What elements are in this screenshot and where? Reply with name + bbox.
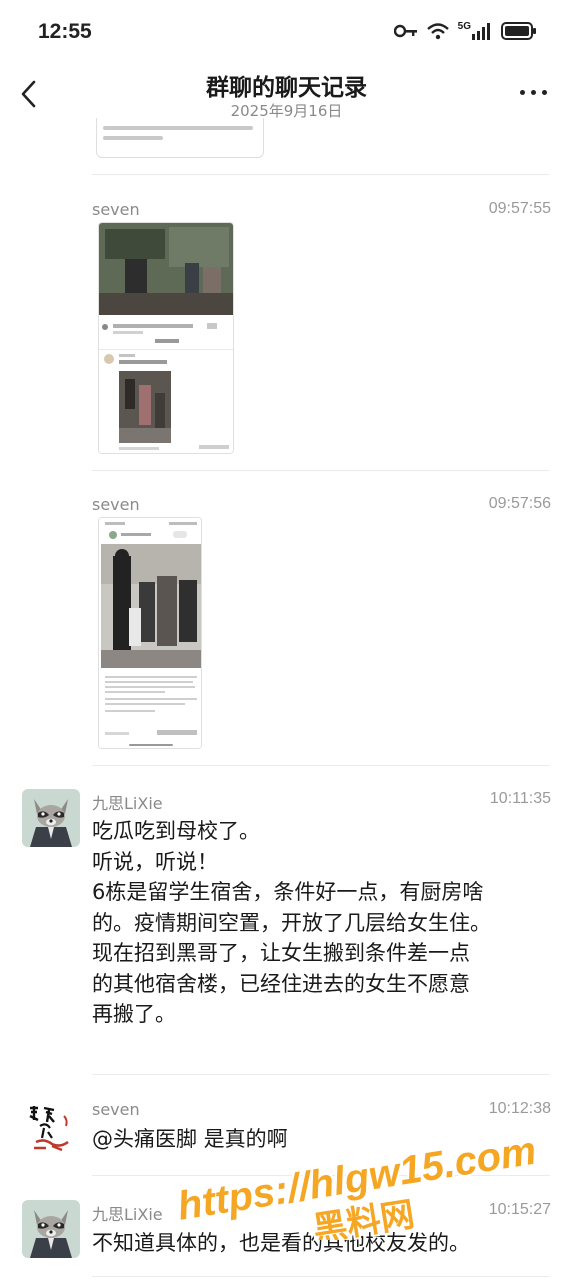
message-sender: seven — [92, 200, 140, 219]
message-line: 现在招到黑哥了，让女生搬到条件差一点 — [92, 941, 470, 965]
key-icon — [393, 24, 417, 38]
page-date: 2025年9月16日 — [230, 102, 343, 120]
previous-message-bubble[interactable] — [96, 118, 264, 158]
avatar[interactable] — [22, 789, 80, 847]
battery-icon — [501, 22, 536, 40]
message-line: 6栋是留学生宿舍，条件好一点，有厨房啥 — [92, 880, 484, 904]
image-message[interactable] — [98, 222, 234, 454]
wifi-icon — [426, 23, 449, 40]
avatar[interactable] — [22, 1098, 80, 1156]
message-text[interactable]: @头痛医脚 是真的啊 — [92, 1124, 552, 1155]
more-icon — [520, 90, 525, 95]
message-time: 10:11:35 — [489, 790, 551, 807]
calligraphy-avatar-icon — [22, 1098, 80, 1156]
signal-icon — [472, 23, 490, 40]
screenshot-thumbnail — [99, 223, 233, 453]
divider — [92, 470, 550, 471]
message-line: 再搬了。 — [92, 1002, 176, 1026]
message-time: 09:57:55 — [488, 200, 551, 217]
message-line: 的。疫情期间空置，开放了几层给女生住。 — [92, 910, 491, 935]
raccoon-avatar-icon — [22, 1200, 80, 1258]
page-title: 群聊的聊天记录 — [206, 75, 367, 101]
status-time: 12:55 — [38, 20, 92, 43]
message-text[interactable]: 吃瓜吃到母校了。 听说，听说！ 6栋是留学生宿舍，条件好一点，有厨房啥 的。疫情… — [92, 816, 552, 1030]
message-line: 听说，听说！ — [92, 849, 218, 874]
divider — [92, 1276, 550, 1277]
status-icons: 5G — [393, 20, 537, 40]
more-button[interactable] — [520, 90, 547, 95]
image-message[interactable] — [98, 517, 202, 749]
message-time: 10:12:38 — [488, 1100, 551, 1117]
screenshot-thumbnail — [99, 518, 201, 748]
raccoon-avatar-icon — [22, 789, 80, 847]
divider — [92, 174, 550, 175]
message-time: 09:57:56 — [488, 495, 551, 512]
divider — [92, 765, 550, 766]
status-bar: 12:55 5G — [0, 0, 573, 66]
message-sender: 九思LiXie — [92, 794, 163, 813]
chat-history-header: 群聊的聊天记录 2025年9月16日 — [0, 62, 573, 132]
avatar[interactable] — [22, 1200, 80, 1258]
message-line: 的其他宿舍楼，已经住进去的女生不愿意 — [92, 971, 470, 996]
network-label: 5G — [457, 20, 471, 32]
divider — [92, 1175, 550, 1176]
message-text[interactable]: 不知道具体的，也是看的其他校友发的。 — [92, 1228, 552, 1259]
message-line: 吃瓜吃到母校了。 — [92, 819, 260, 843]
message-sender: seven — [92, 1100, 140, 1119]
message-sender: 九思LiXie — [92, 1205, 163, 1224]
message-sender: seven — [92, 495, 140, 514]
divider — [92, 1074, 550, 1075]
message-time: 10:15:27 — [488, 1201, 551, 1218]
